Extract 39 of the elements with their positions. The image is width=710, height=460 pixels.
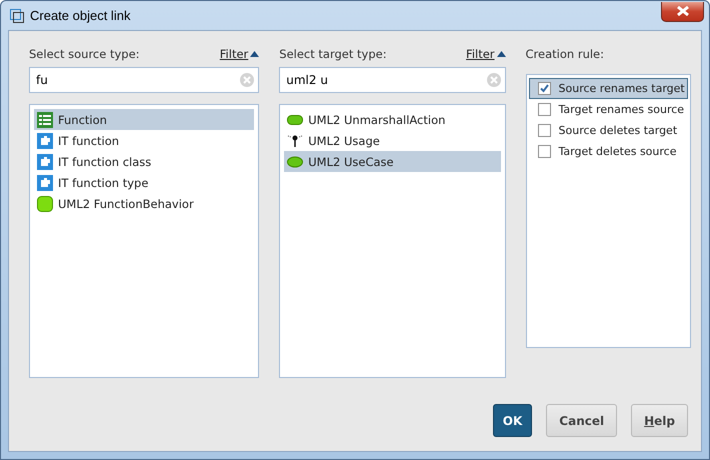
- close-icon: [676, 6, 690, 16]
- close-button[interactable]: [661, 2, 704, 22]
- checkbox-item[interactable]: Target renames source: [528, 99, 688, 120]
- dialog-button[interactable]: Help: [631, 404, 688, 437]
- checkbox[interactable]: [538, 103, 551, 116]
- dependency-icon: [287, 132, 304, 148]
- checkbox-item[interactable]: Source renames target: [528, 78, 688, 99]
- search-field[interactable]: uml2 u: [279, 67, 506, 93]
- list-item[interactable]: IT function type: [34, 172, 254, 193]
- window-title: Create object link: [30, 8, 130, 23]
- dialog-button[interactable]: Cancel: [546, 404, 618, 437]
- function-list-icon: [37, 112, 53, 128]
- puzzle-icon: [37, 132, 53, 148]
- list-item[interactable]: UML2 FunctionBehavior: [34, 193, 254, 214]
- checkbox[interactable]: [538, 145, 551, 158]
- rounded-square-icon: [37, 196, 53, 212]
- ellipse-icon: [287, 154, 304, 170]
- list-item[interactable]: UML2 Usage: [284, 130, 501, 151]
- filter-link[interactable]: Filter: [466, 47, 506, 61]
- section-label: Creation rule:: [526, 46, 606, 63]
- section-label: Select source type:: [29, 47, 140, 61]
- checkbox-item[interactable]: Source deletes target: [528, 120, 688, 141]
- list-item[interactable]: Function: [34, 109, 254, 130]
- puzzle-icon: [37, 174, 53, 190]
- checkbox-item[interactable]: Target deletes source: [528, 141, 688, 162]
- checkbox[interactable]: [538, 82, 551, 95]
- puzzle-icon: [37, 154, 53, 170]
- list-item[interactable]: IT function class: [34, 151, 254, 172]
- caret-icon: [250, 51, 260, 57]
- list-item[interactable]: IT function: [34, 130, 254, 151]
- section-label: Select target type:: [279, 47, 387, 61]
- checkbox[interactable]: [538, 124, 551, 137]
- list-item[interactable]: UML2 UseCase: [284, 151, 501, 172]
- caret-icon: [496, 51, 506, 57]
- ok-button[interactable]: OK: [492, 404, 532, 437]
- filter-link[interactable]: Filter: [220, 47, 260, 61]
- search-field[interactable]: fu: [29, 67, 260, 93]
- list-item[interactable]: UML2 UnmarshallAction: [284, 109, 501, 130]
- window-icon: [10, 8, 24, 22]
